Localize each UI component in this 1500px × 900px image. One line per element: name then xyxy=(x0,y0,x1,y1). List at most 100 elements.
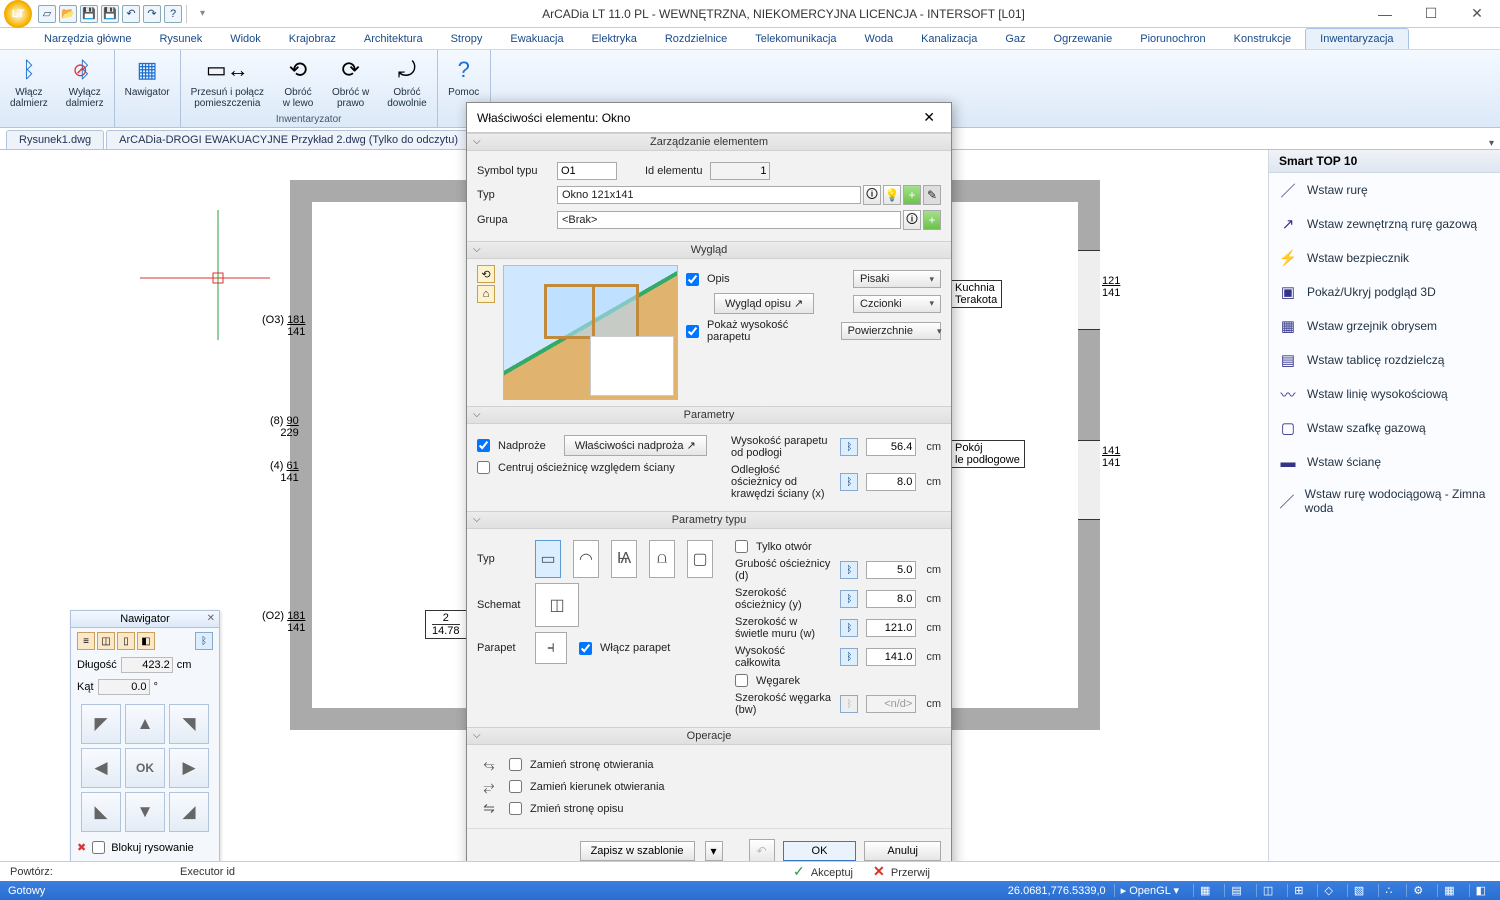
nav-dir-w[interactable]: ◀ xyxy=(81,748,121,788)
win-type-4[interactable]: ⩍ xyxy=(649,540,675,578)
section-parameters[interactable]: ⌵Parametry xyxy=(467,407,951,424)
maximize-button[interactable]: ☐ xyxy=(1408,0,1454,28)
dialog-close-icon[interactable]: ✕ xyxy=(917,109,941,126)
disable-rangefinder-button[interactable]: ᛒ⊘ Wyłączdalmierz xyxy=(60,52,110,111)
menu-inwentaryzacja[interactable]: Inwentaryzacja xyxy=(1305,28,1408,49)
win-type-1[interactable]: ▭ xyxy=(535,540,561,578)
nav-dir-nw[interactable]: ◤ xyxy=(81,704,121,744)
win-type-3[interactable]: Ѩ xyxy=(611,540,637,578)
nav-mode-4[interactable]: ◧ xyxy=(137,632,155,650)
qat-save-icon[interactable]: 💾 xyxy=(80,5,98,23)
rotate-free-button[interactable]: ⤾ Obróćdowolnie xyxy=(381,52,432,111)
menu-rozdzielnice[interactable]: Rozdzielnice xyxy=(651,29,741,49)
save-template-dropdown[interactable]: ▾ xyxy=(705,841,723,861)
smart-item-1[interactable]: ↗Wstaw zewnętrzną rurę gazową xyxy=(1269,207,1500,241)
menu-elektryka[interactable]: Elektryka xyxy=(578,29,651,49)
link-icon[interactable]: ᛒ xyxy=(840,438,858,456)
opis-checkbox[interactable] xyxy=(686,273,699,286)
smart-item-9[interactable]: ／Wstaw rurę wodociągową - Zimna woda xyxy=(1269,479,1500,523)
menu-woda[interactable]: Woda xyxy=(851,29,908,49)
status-icon-9[interactable]: ▦ xyxy=(1437,884,1460,897)
qat-redo-icon[interactable]: ↷ xyxy=(143,5,161,23)
menu-widok[interactable]: Widok xyxy=(216,29,275,49)
swap-open-side-checkbox[interactable] xyxy=(509,758,522,771)
status-icon-4[interactable]: ⊞ xyxy=(1287,884,1309,897)
cancel-button[interactable]: Anuluj xyxy=(864,841,941,861)
help-button[interactable]: ? Pomoc xyxy=(442,52,486,100)
nav-dir-sw[interactable]: ◣ xyxy=(81,792,121,832)
smart-item-3[interactable]: ▣Pokaż/Ukryj podgląd 3D xyxy=(1269,275,1500,309)
status-icon-10[interactable]: ◧ xyxy=(1469,884,1492,897)
status-icon-1[interactable]: ▦ xyxy=(1193,884,1216,897)
menu-piorunochron[interactable]: Piorunochron xyxy=(1126,29,1219,49)
menu-kanalizacja[interactable]: Kanalizacja xyxy=(907,29,991,49)
angle-input[interactable] xyxy=(98,679,150,695)
group-select[interactable]: <Brak> xyxy=(557,211,901,229)
nav-mode-2[interactable]: ◫ xyxy=(97,632,115,650)
section-operations[interactable]: ⌵Operacje xyxy=(467,728,951,745)
break-link[interactable]: Przerwij xyxy=(891,867,930,879)
symbol-input[interactable] xyxy=(557,162,617,180)
preview-mode-home-icon[interactable]: ⌂ xyxy=(477,285,495,303)
menu-gaz[interactable]: Gaz xyxy=(991,29,1039,49)
group-info-icon[interactable]: 🛈 xyxy=(903,210,921,230)
surfaces-dropdown[interactable]: Powierzchnie xyxy=(841,322,941,340)
qat-undo-icon[interactable]: ↶ xyxy=(122,5,140,23)
pens-dropdown[interactable]: Pisaki xyxy=(853,270,941,288)
clear-width-input[interactable] xyxy=(866,619,916,637)
close-button[interactable]: ✕ xyxy=(1454,0,1500,28)
qat-help-icon[interactable]: ? xyxy=(164,5,182,23)
status-icon-6[interactable]: ▧ xyxy=(1347,884,1370,897)
menu-telekomunikacja[interactable]: Telekomunikacja xyxy=(741,29,850,49)
frame-offset-input[interactable] xyxy=(866,473,916,491)
window-schema-thumb[interactable]: ◫ xyxy=(535,583,579,627)
status-icon-2[interactable]: ▤ xyxy=(1224,884,1247,897)
rotate-left-button[interactable]: ⟲ Obróćw lewo xyxy=(276,52,320,111)
smart-item-5[interactable]: ▤Wstaw tablicę rozdzielczą xyxy=(1269,343,1500,377)
sill-height-input[interactable] xyxy=(866,438,916,456)
type-select[interactable]: Okno 121x141 xyxy=(557,186,861,204)
navigator-button[interactable]: ▦ Nawigator xyxy=(119,52,176,100)
smart-item-6[interactable]: 〰Wstaw linię wysokościową xyxy=(1269,377,1500,411)
link-icon[interactable]: ᛒ xyxy=(840,473,858,491)
type-add-icon[interactable]: + xyxy=(903,185,921,205)
qat-print-icon[interactable]: 💾 xyxy=(101,5,119,23)
window-properties-dialog[interactable]: Właściwości elementu: Okno✕ ⌵Zarządzanie… xyxy=(466,102,952,874)
nav-dir-s[interactable]: ▼ xyxy=(125,792,165,832)
enable-rangefinder-button[interactable]: ᛒ Włączdalmierz xyxy=(4,52,54,111)
fonts-dropdown[interactable]: Czcionki xyxy=(853,295,941,313)
center-frame-checkbox[interactable] xyxy=(477,461,490,474)
rotate-right-button[interactable]: ⟳ Obróć wprawo xyxy=(326,52,375,111)
smart-item-4[interactable]: ▦Wstaw grzejnik obrysem xyxy=(1269,309,1500,343)
status-icon-7[interactable]: ∴ xyxy=(1378,884,1398,897)
win-type-2[interactable]: ◠ xyxy=(573,540,599,578)
move-join-rooms-button[interactable]: ▭↔ Przesuń i połączpomieszczenia xyxy=(185,52,270,111)
smart-item-0[interactable]: ／Wstaw rurę xyxy=(1269,173,1500,207)
qat-new-icon[interactable]: ▱ xyxy=(38,5,56,23)
type-info2-icon[interactable]: 💡 xyxy=(883,185,901,205)
swap-open-dir-checkbox[interactable] xyxy=(509,780,522,793)
nav-mode-1[interactable]: ≡ xyxy=(77,632,95,650)
lock-drawing-checkbox[interactable] xyxy=(92,841,105,854)
save-template-button[interactable]: Zapisz w szablonie xyxy=(580,841,695,861)
section-type-parameters[interactable]: ⌵Parametry typu xyxy=(467,512,951,529)
menu-narzędzia-główne[interactable]: Narzędzia główne xyxy=(30,29,145,49)
doc-tab-2[interactable]: ArCADia-DROGI EWAKUACYJNE Przykład 2.dwg… xyxy=(106,130,471,149)
preview-mode-3d-icon[interactable]: ⟲ xyxy=(477,265,495,283)
nav-dir-ne[interactable]: ◥ xyxy=(169,704,209,744)
qat-open-icon[interactable]: 📂 xyxy=(59,5,77,23)
nav-ok-button[interactable]: OK xyxy=(125,748,165,788)
smart-item-7[interactable]: ▢Wstaw szafkę gazową xyxy=(1269,411,1500,445)
navigator-close-icon[interactable]: ✕ xyxy=(207,613,215,624)
swap-desc-side-checkbox[interactable] xyxy=(509,802,522,815)
menu-architektura[interactable]: Architektura xyxy=(350,29,437,49)
show-sill-height-checkbox[interactable] xyxy=(686,325,699,338)
status-icon-8[interactable]: ⚙ xyxy=(1406,884,1429,897)
only-opening-checkbox[interactable] xyxy=(735,540,748,553)
section-element-mgmt[interactable]: ⌵Zarządzanie elementem xyxy=(467,134,951,151)
status-icon-5[interactable]: ◇ xyxy=(1317,884,1338,897)
nav-dir-se[interactable]: ◢ xyxy=(169,792,209,832)
minimize-button[interactable]: — xyxy=(1362,0,1408,28)
navigator-palette[interactable]: Nawigator✕ ≡ ◫ ▯ ◧ ᛒ Długośćcm Kąt° ◤▲◥ … xyxy=(70,610,220,862)
total-height-input[interactable] xyxy=(866,648,916,666)
